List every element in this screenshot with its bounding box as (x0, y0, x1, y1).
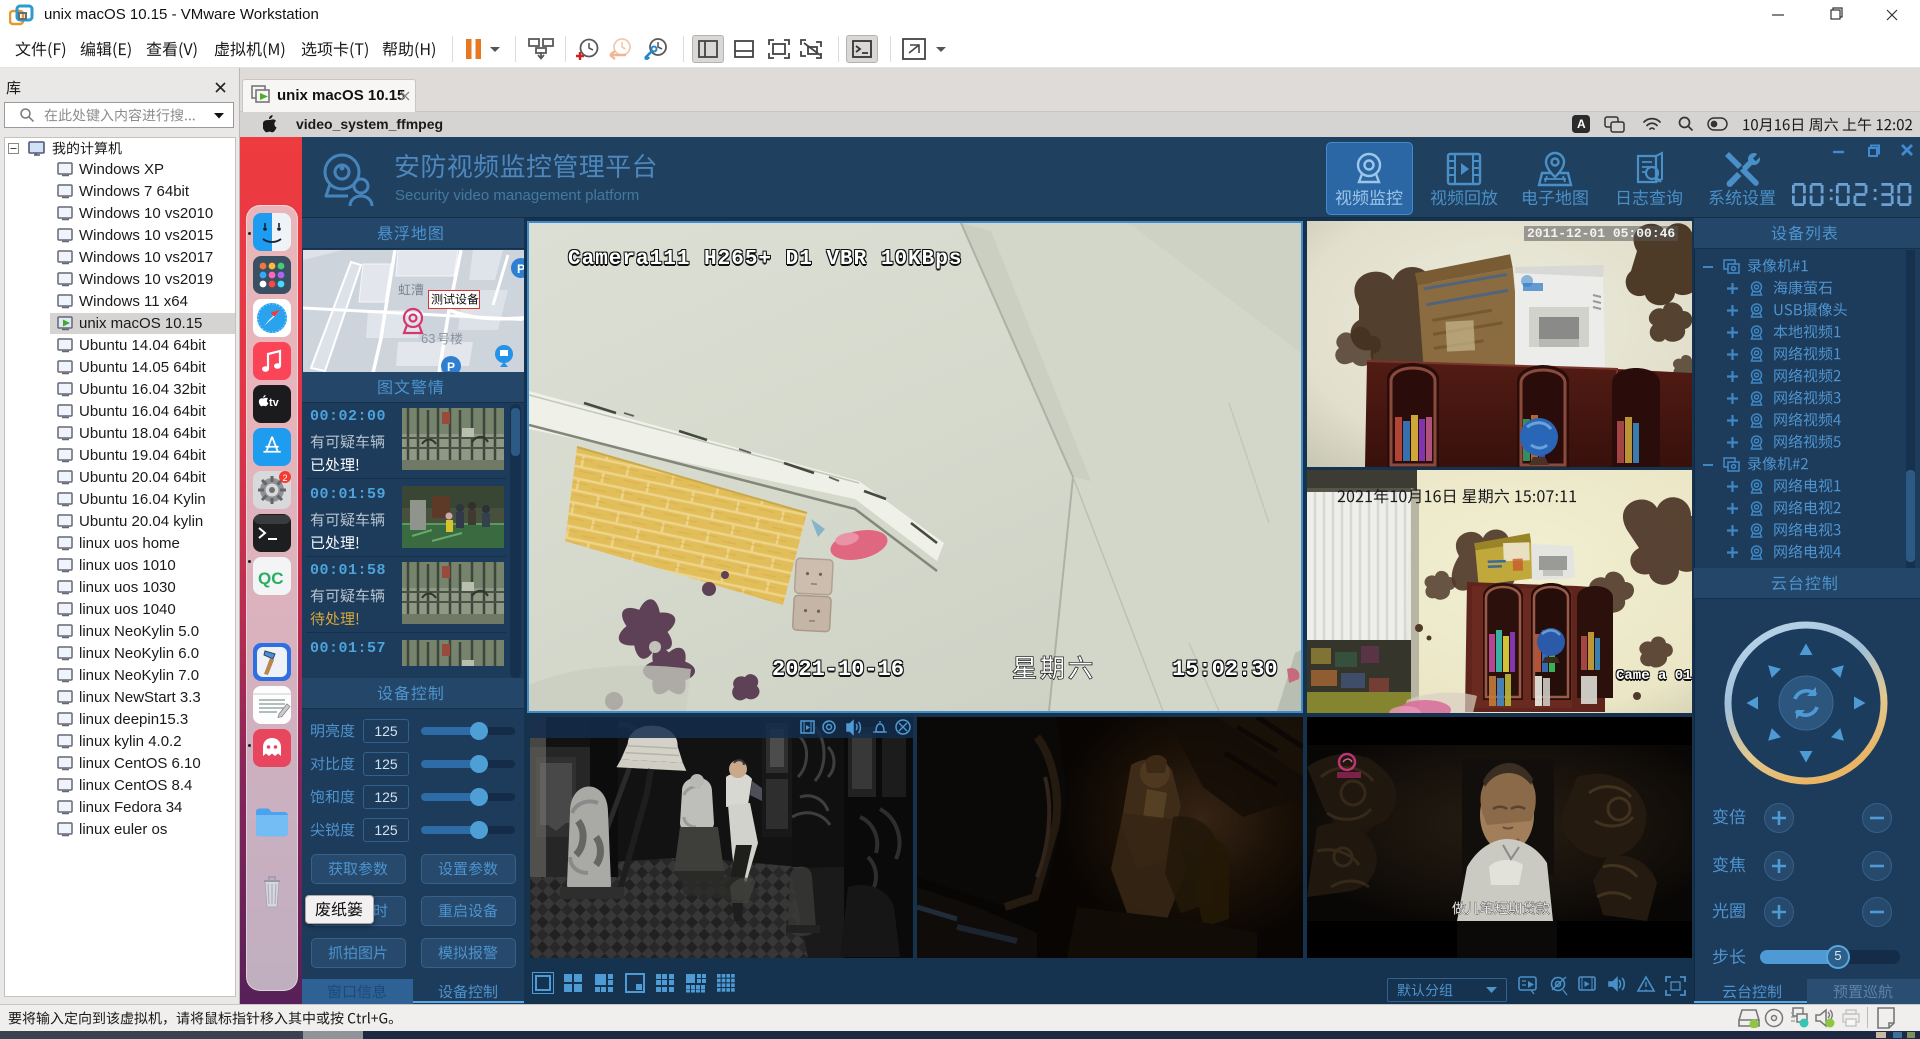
svg-text:2: 2 (283, 473, 288, 483)
svg-text:QC: QC (258, 569, 284, 588)
svg-text:tv: tv (269, 397, 280, 409)
svg-text:P: P (517, 262, 524, 276)
